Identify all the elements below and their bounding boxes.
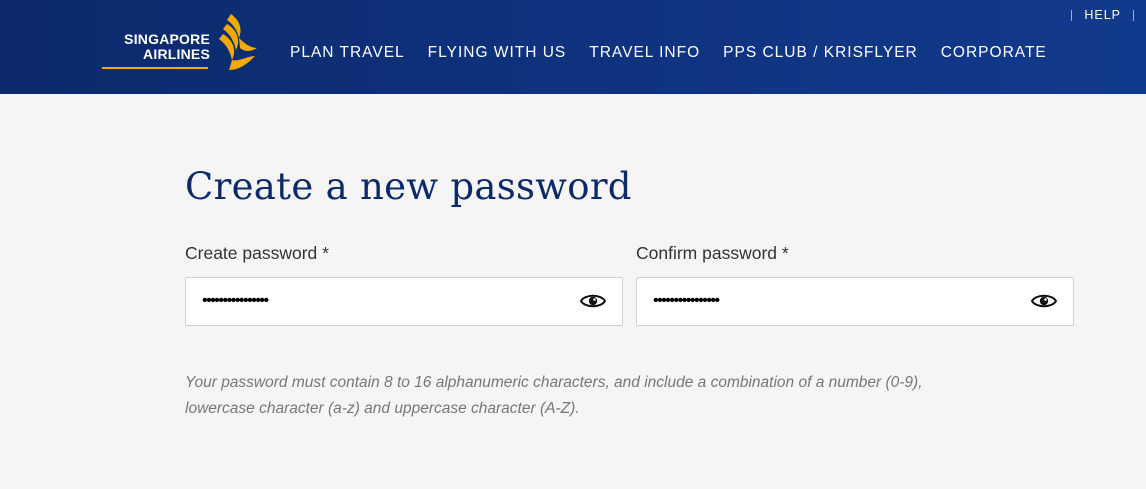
logo-line1: SINGAPORE: [124, 31, 210, 47]
logo-underline: [102, 67, 208, 69]
create-password-value: ••••••••••••••••: [202, 292, 269, 309]
hint-line-1: Your password must contain 8 to 16 alpha…: [185, 374, 923, 391]
confirm-password-field[interactable]: ••••••••••••••••: [636, 277, 1074, 326]
nav-flying-with-us[interactable]: FLYING WITH US: [428, 44, 567, 62]
kris-bird-icon: [219, 14, 257, 70]
logo-line2: AIRLINES: [143, 46, 210, 62]
utility-divider: [1071, 9, 1073, 21]
utility-nav: HELP: [1059, 8, 1146, 22]
confirm-password-value: ••••••••••••••••: [653, 292, 720, 309]
site-header: SINGAPORE AIRLINES PLAN TRAVEL FLYING WI…: [0, 0, 1146, 94]
nav-corporate[interactable]: CORPORATE: [941, 44, 1047, 62]
main-nav: PLAN TRAVEL FLYING WITH US TRAVEL INFO P…: [290, 44, 1070, 62]
create-password-label: Create password *: [185, 243, 329, 263]
page-title: Create a new password: [185, 165, 632, 208]
password-requirements-hint: Your password must contain 8 to 16 alpha…: [185, 370, 1065, 422]
hint-line-2: lowercase character (a-z) and uppercase …: [185, 400, 580, 417]
help-link[interactable]: HELP: [1084, 8, 1121, 22]
utility-divider: [1133, 9, 1134, 21]
nav-travel-info[interactable]: TRAVEL INFO: [589, 44, 700, 62]
eye-icon[interactable]: [580, 291, 606, 311]
logo-wordmark: SINGAPORE AIRLINES: [100, 32, 210, 62]
confirm-password-label: Confirm password *: [636, 243, 789, 263]
singapore-airlines-logo[interactable]: SINGAPORE AIRLINES: [100, 12, 260, 74]
nav-plan-travel[interactable]: PLAN TRAVEL: [290, 44, 405, 62]
create-password-field[interactable]: ••••••••••••••••: [185, 277, 623, 326]
eye-icon[interactable]: [1031, 291, 1057, 311]
nav-pps-club-krisflyer[interactable]: PPS CLUB / KRISFLYER: [723, 44, 918, 62]
create-password-form: Create a new password Create password * …: [185, 165, 1085, 417]
